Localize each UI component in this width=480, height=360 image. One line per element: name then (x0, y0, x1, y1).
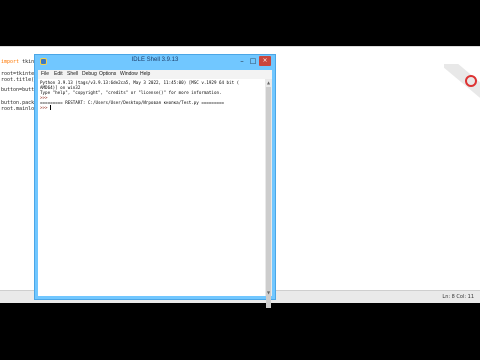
restart-line: ========= RESTART: C:/Users/User/Desktop… (40, 100, 225, 105)
prompt-line-active[interactable]: >>> (40, 105, 51, 110)
text-cursor (49, 105, 51, 110)
idle-shell-window[interactable]: IDLE Shell 3.9.13 – □ × File Edit Shell … (34, 54, 276, 308)
maximize-icon[interactable]: □ (248, 56, 258, 66)
menu-help[interactable]: Help (140, 71, 150, 77)
menu-shell[interactable]: Shell (67, 71, 78, 77)
menu-file[interactable]: File (41, 71, 49, 77)
prompt-text: >>> (40, 105, 48, 110)
cursor-position: Ln: 8 Col: 11 (442, 294, 474, 300)
editor-line-4[interactable]: root.title( (1, 77, 34, 83)
editor-line-6[interactable]: button=butt (1, 87, 34, 93)
shell-text-area[interactable]: Python 3.9.13 (tags/v3.9.13:6de2ca5, May… (38, 79, 265, 296)
scroll-up-icon[interactable]: ▲ (265, 79, 272, 86)
scroll-down-icon[interactable]: ▼ (265, 289, 272, 296)
logo-watermark-icon (444, 64, 480, 100)
minimize-icon[interactable]: – (237, 56, 247, 66)
menu-window[interactable]: Window (120, 71, 138, 77)
vertical-scrollbar[interactable]: ▲ ▼ (265, 79, 272, 308)
menu-bar: File Edit Shell Debug Options Window Hel… (38, 70, 272, 79)
editor-line-9[interactable]: root.mainlo (1, 106, 34, 112)
editor-keyword: import (1, 59, 23, 65)
menu-edit[interactable]: Edit (54, 71, 63, 77)
output-line: Type "help", "copyright", "credits" or "… (40, 90, 222, 95)
scrollbar-thumb[interactable] (266, 87, 271, 308)
close-icon[interactable]: × (259, 56, 271, 66)
editor-line-1[interactable]: import tkint (1, 59, 37, 65)
title-bar[interactable]: IDLE Shell 3.9.13 – □ × (35, 55, 275, 69)
menu-options[interactable]: Options (99, 71, 116, 77)
menu-debug[interactable]: Debug (82, 71, 97, 77)
